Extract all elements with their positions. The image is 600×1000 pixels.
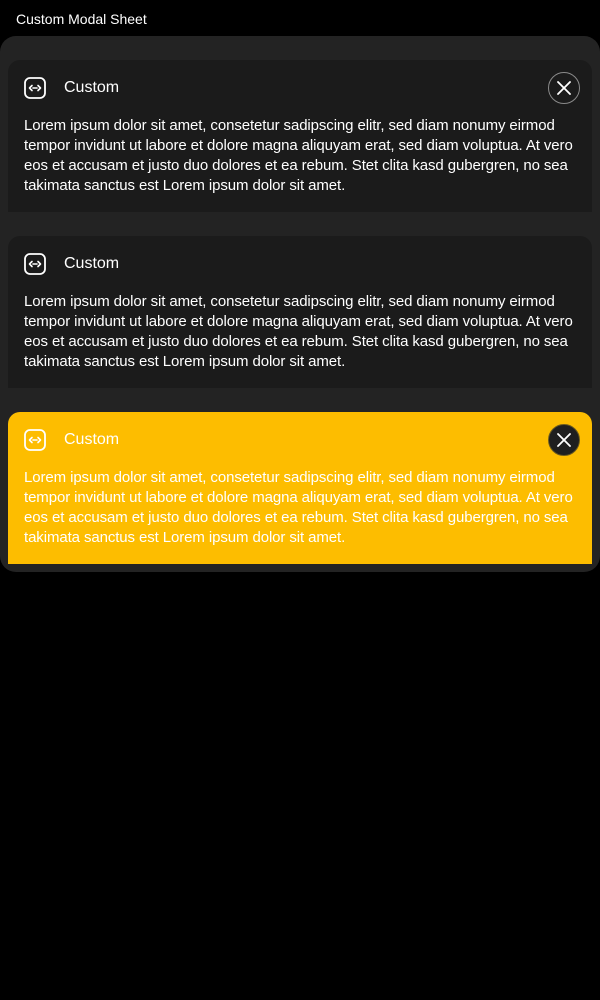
code-icon bbox=[24, 429, 46, 451]
close-button[interactable] bbox=[548, 424, 580, 456]
card-body: Lorem ipsum dolor sit amet, consetetur s… bbox=[24, 293, 573, 370]
modal-sheet: Custom Lorem ipsum dolor sit amet, conse… bbox=[0, 36, 600, 572]
code-icon bbox=[24, 253, 46, 275]
card-header: Custom bbox=[24, 428, 119, 452]
card-header: Custom bbox=[24, 252, 119, 276]
card-title: Custom bbox=[64, 431, 120, 448]
card-title: Custom bbox=[64, 79, 120, 96]
close-icon bbox=[557, 433, 571, 447]
card-header: Custom bbox=[24, 76, 119, 100]
card-body: Lorem ipsum dolor sit amet, consetetur s… bbox=[24, 117, 573, 194]
custom-card-1: Custom Lorem ipsum dolor sit amet, conse… bbox=[8, 60, 592, 212]
custom-card-2: Custom Lorem ipsum dolor sit amet, conse… bbox=[8, 236, 592, 388]
custom-card-3: Custom Lorem ipsum dolor sit amet, conse… bbox=[8, 412, 592, 564]
card-title: Custom bbox=[64, 255, 120, 272]
code-icon bbox=[24, 77, 46, 99]
close-button[interactable] bbox=[548, 72, 580, 104]
card-body: Lorem ipsum dolor sit amet, consetetur s… bbox=[24, 469, 573, 546]
window-title: Custom Modal Sheet bbox=[16, 11, 147, 27]
close-icon bbox=[557, 81, 571, 95]
